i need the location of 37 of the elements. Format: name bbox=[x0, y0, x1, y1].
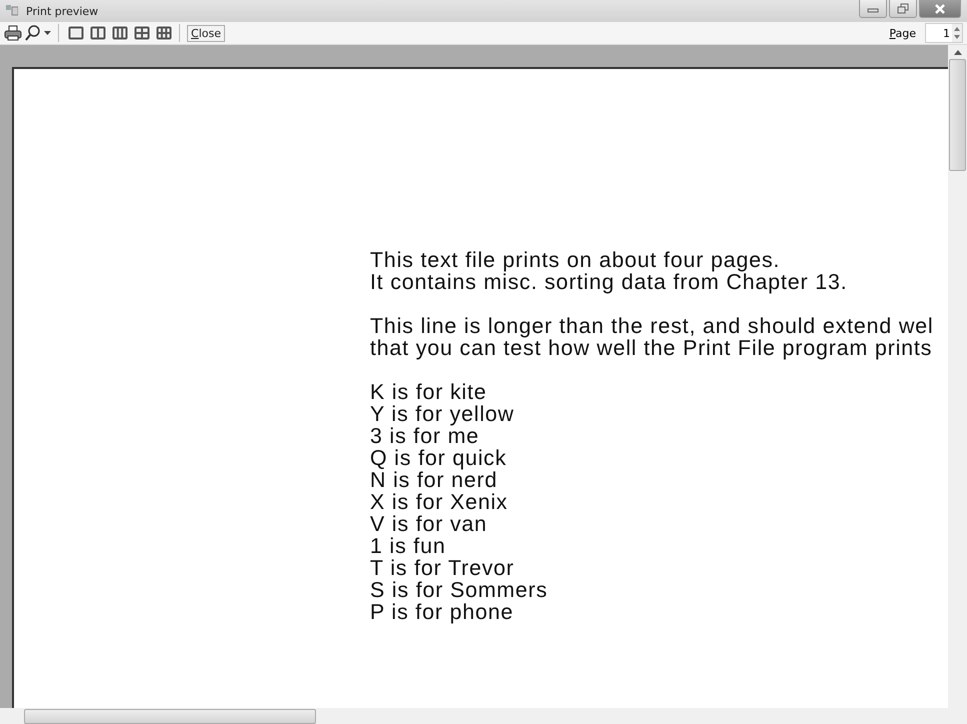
page-layout-icon[interactable] bbox=[134, 26, 150, 40]
page-label: Page bbox=[889, 26, 916, 40]
page-spinner[interactable]: 1 bbox=[925, 23, 963, 43]
search-icon[interactable] bbox=[25, 25, 40, 41]
text-line: This text file prints on about four pages. bbox=[370, 249, 782, 271]
restore-icon bbox=[897, 3, 909, 14]
text-line: X is for Xenix bbox=[370, 491, 509, 513]
page-layout-icon[interactable] bbox=[68, 26, 84, 40]
scroll-up-icon[interactable] bbox=[954, 50, 962, 55]
minimize-button[interactable] bbox=[859, 0, 887, 18]
text-line: N is for nerd bbox=[370, 469, 498, 491]
text-line: S is for Sommers bbox=[370, 579, 549, 601]
text-line: Y is for yellow bbox=[370, 403, 516, 425]
scrollbar-thumb[interactable] bbox=[24, 708, 316, 724]
text-line: This line is longer than the rest, and should extend wel bbox=[370, 315, 934, 337]
print-icon[interactable] bbox=[4, 25, 22, 41]
vertical-scrollbar[interactable] bbox=[948, 45, 967, 708]
page-layout-icon[interactable] bbox=[90, 26, 106, 40]
restore-button[interactable] bbox=[889, 0, 917, 18]
text-line: P is for phone bbox=[370, 601, 514, 623]
close-icon bbox=[934, 4, 946, 14]
text-line: T is for Trevor bbox=[370, 557, 516, 579]
text-line: It contains misc. sorting data from Chapter 13. bbox=[370, 271, 848, 293]
page-layout-icon[interactable] bbox=[156, 26, 172, 40]
close-button[interactable] bbox=[919, 0, 961, 18]
text-line: V is for van bbox=[370, 513, 488, 535]
text-line: 3 is for me bbox=[370, 425, 480, 447]
text-line: Q is for quick bbox=[370, 447, 508, 469]
page-layout-icon[interactable] bbox=[112, 26, 128, 40]
close-preview-button[interactable]: Close bbox=[187, 24, 225, 42]
caret-icon[interactable] bbox=[44, 31, 51, 35]
text-line: K is for kite bbox=[370, 381, 488, 403]
window-title: Print preview bbox=[26, 4, 100, 18]
text-line: 1 is fun bbox=[370, 535, 447, 557]
window-icon bbox=[6, 5, 18, 17]
text-line: that you can test how well the Print File program prints bbox=[370, 337, 934, 359]
scrollbar-thumb[interactable] bbox=[949, 59, 966, 171]
